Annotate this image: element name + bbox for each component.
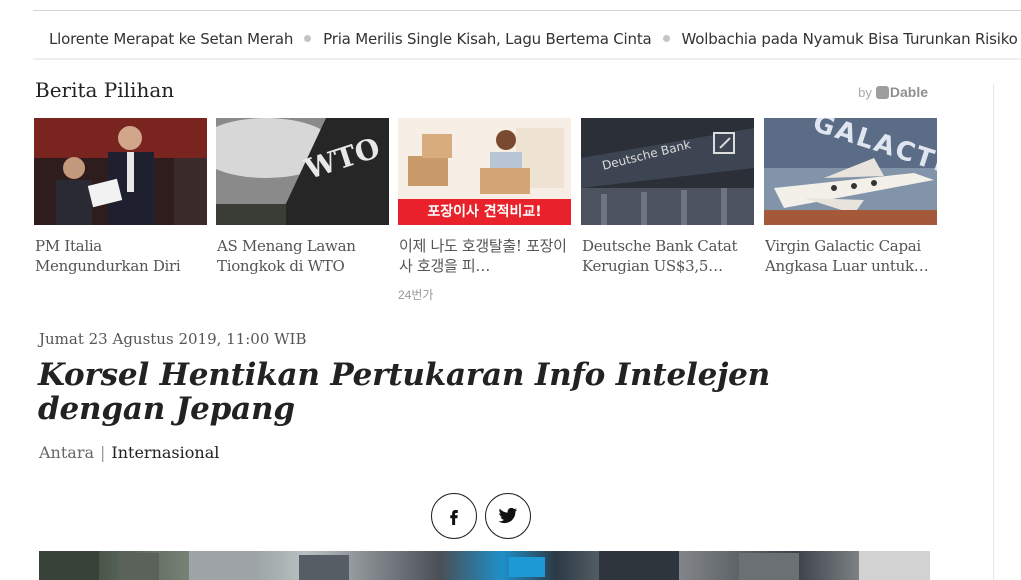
recommendation-thumbnail[interactable]: 포장이사 견적비교! [398, 118, 571, 225]
article-source[interactable]: Antara [39, 443, 94, 462]
recommendation-title[interactable]: Deutsche Bank Catat Kerugian US$3,5… [582, 236, 754, 276]
ticker-link-1[interactable]: Llorente Merapat ke Setan Merah [49, 30, 293, 48]
city-street-photo [39, 551, 930, 580]
recommendation-title[interactable]: 이제 나도 호갱탈출! 포장이사 호갱을 피… [399, 236, 571, 276]
dable-by-label: by [858, 84, 872, 100]
recommendations-heading: Berita Pilihan [35, 78, 175, 102]
bank-logo-icon [713, 132, 735, 154]
parliament-photo [34, 118, 207, 225]
recommendation-title[interactable]: PM Italia Mengundurkan Diri [35, 236, 207, 276]
article-meta: Antara | Internasional [39, 443, 219, 462]
share-buttons [431, 493, 539, 539]
recommendation-title[interactable]: AS Menang Lawan Tiongkok di WTO [217, 236, 389, 276]
twitter-share-button[interactable] [485, 493, 531, 539]
recommendation-sponsor: 24번가 [398, 288, 434, 302]
ticker-track: Llorente Merapat ke Setan Merah Pria Meri… [49, 29, 1018, 48]
article-category[interactable]: Internasional [111, 443, 219, 462]
recommendation-title[interactable]: Virgin Galactic Capai Angkasa Luar untuk… [765, 236, 937, 276]
recommendation-thumbnail[interactable]: GALACTIC [764, 118, 937, 225]
ad-banner: 포장이사 견적비교! [398, 199, 571, 225]
main-column: Berita Pilihan by Dable PM Italia Mengun… [33, 66, 938, 580]
ticker-dot-icon [662, 35, 670, 42]
facebook-share-button[interactable] [431, 493, 477, 539]
dable-logo-icon [875, 85, 889, 99]
ticker-link-3[interactable]: Wolbachia pada Nyamuk Bisa Turunkan Risi… [682, 30, 1018, 48]
article-hero-image [39, 551, 930, 580]
sidebar-divider [993, 84, 994, 580]
meta-separator: | [100, 443, 106, 462]
news-ticker: Llorente Merapat ke Setan Merah Pria Meri… [33, 18, 1021, 60]
article-title: Korsel Hentikan Pertukaran Info Inteleje… [38, 357, 770, 427]
recommendation-thumbnail[interactable] [34, 118, 207, 225]
ticker-link-2[interactable]: Pria Merilis Single Kisah, Lagu Bertema … [323, 30, 652, 48]
recommendation-list: PM Italia Mengundurkan Diri WTO AS Menan… [34, 118, 938, 308]
recommendation-thumbnail[interactable]: WTO [216, 118, 389, 225]
recommendation-thumbnail[interactable]: Deutsche Bank [581, 118, 754, 225]
ticker-dot-icon [304, 35, 312, 42]
article-date: Jumat 23 Agustus 2019, 11:00 WIB [39, 330, 307, 348]
dable-name: Dable [889, 84, 928, 100]
top-divider [33, 10, 1021, 11]
twitter-icon [498, 507, 518, 524]
facebook-icon [450, 510, 458, 525]
dable-attribution[interactable]: by Dable [858, 84, 928, 100]
